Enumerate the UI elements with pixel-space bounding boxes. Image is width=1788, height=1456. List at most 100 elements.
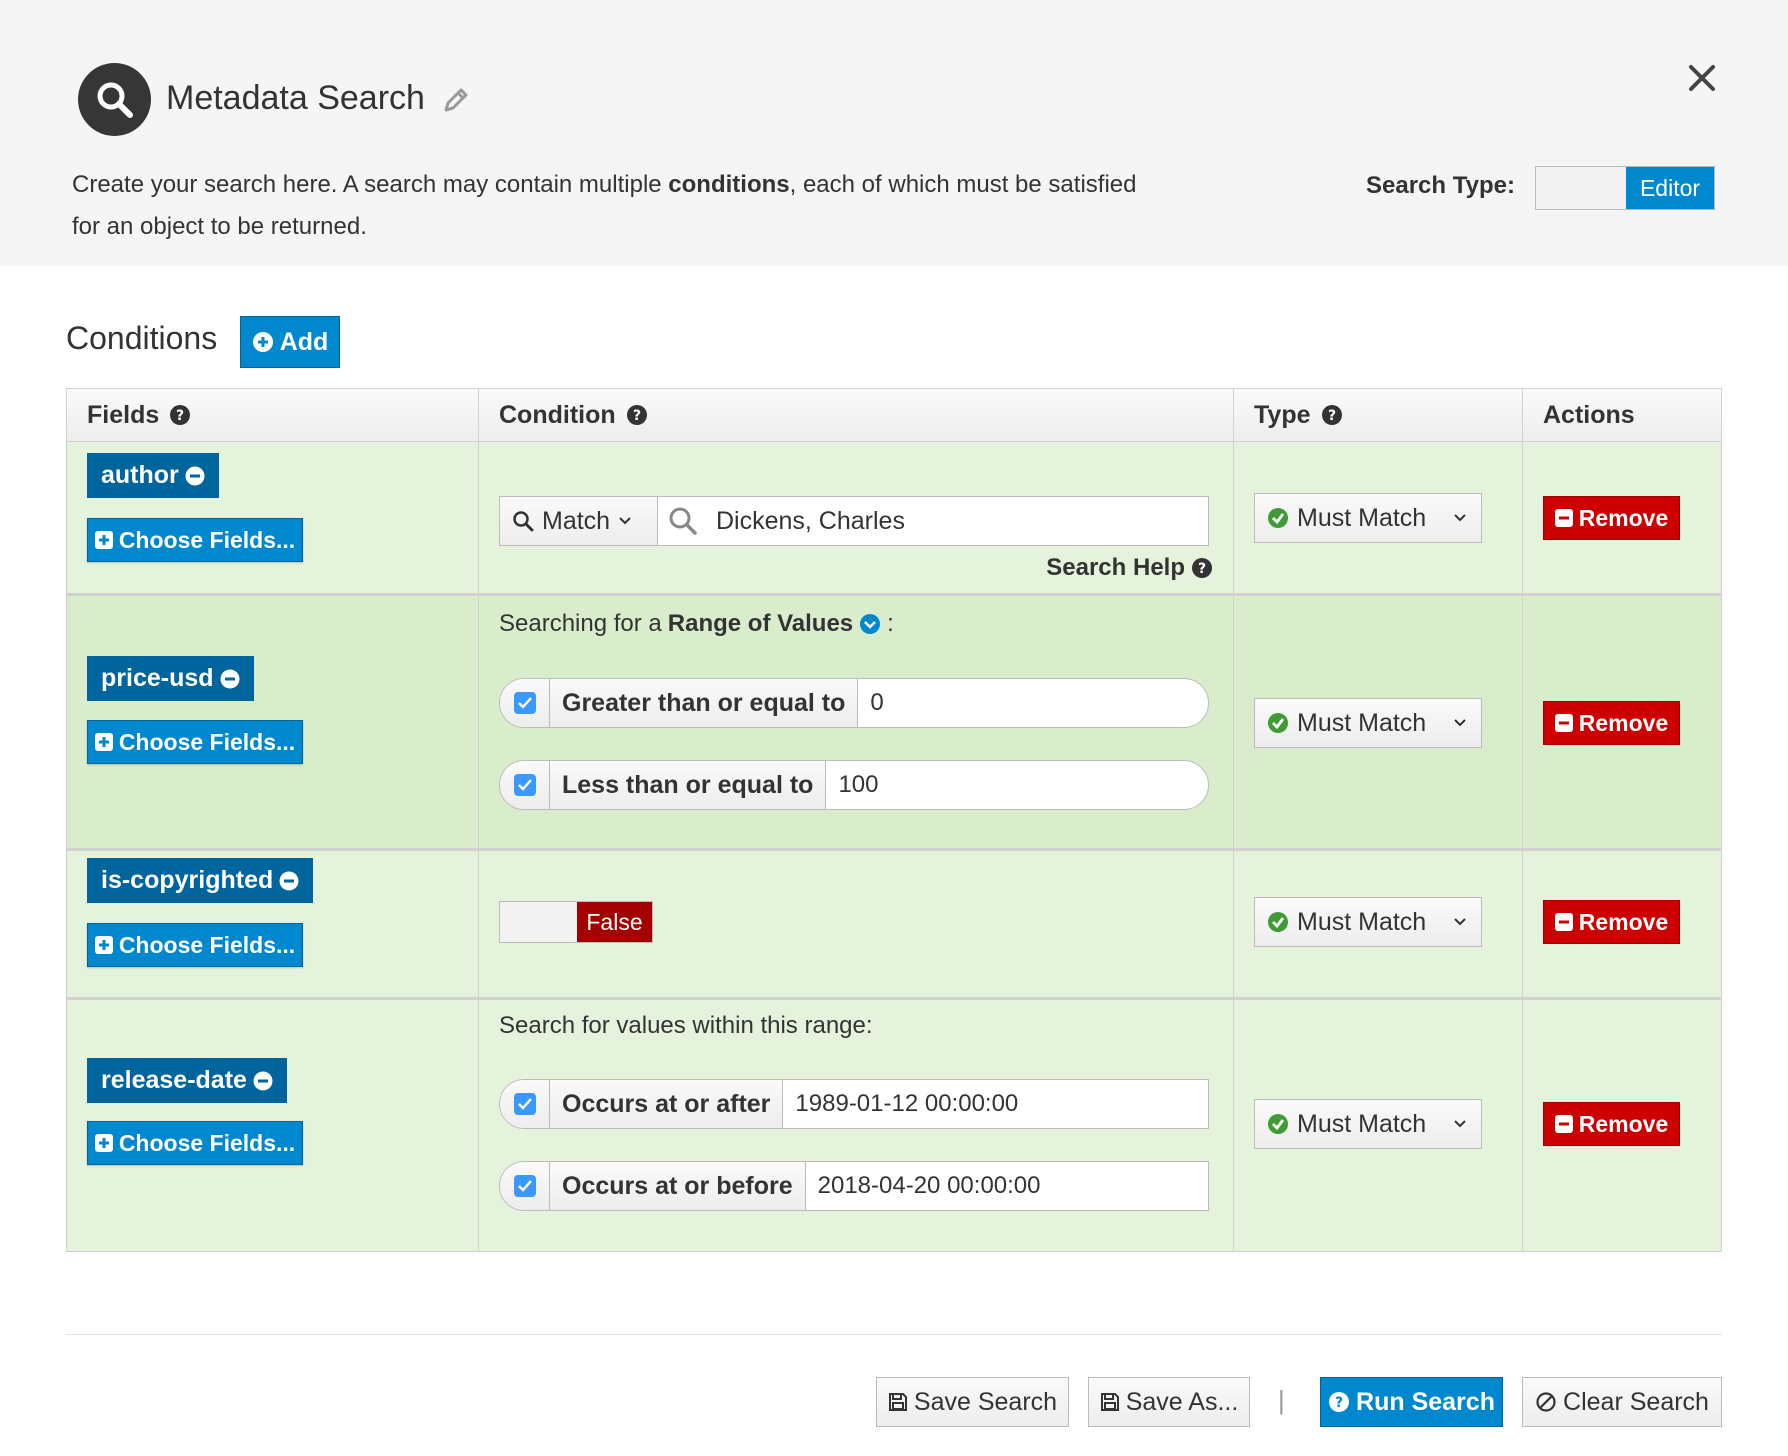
choose-fields-button[interactable]: Choose Fields... [87, 720, 303, 764]
range-min-checkbox[interactable] [500, 679, 550, 727]
field-tag: release-date [87, 1058, 287, 1103]
pencil-icon[interactable] [442, 86, 470, 114]
svg-text:?: ? [633, 408, 641, 424]
check-circle-icon [1268, 912, 1288, 932]
boolean-toggle[interactable]: False [499, 901, 653, 943]
column-type: Type ? [1234, 389, 1523, 441]
minus-square-icon [1554, 509, 1573, 527]
plus-circle-icon [252, 332, 273, 352]
range-max-checkbox[interactable] [500, 761, 550, 809]
search-icon [97, 82, 133, 118]
minus-square-icon [1554, 913, 1573, 931]
page-title: Metadata Search [166, 79, 425, 117]
help-circle-icon: ? [1329, 1392, 1350, 1412]
help-icon[interactable]: ? [1321, 404, 1343, 426]
range-caption: Search for values within this range: [499, 1012, 873, 1039]
range-max-label: Less than or equal to [550, 761, 827, 809]
plus-square-icon [94, 531, 113, 549]
conditions-table: Fields ? Condition ? Type ? Actions auth… [66, 388, 1722, 1252]
footer-divider [66, 1334, 1722, 1335]
range-caption: Searching for a Range of Values : [499, 610, 894, 637]
date-after-input[interactable]: 1989-01-12 00:00:00 [783, 1080, 1208, 1128]
choose-fields-button[interactable]: Choose Fields... [87, 1121, 303, 1165]
match-input-group: Match Dickens, Charles [499, 496, 1209, 546]
chevron-circle-icon[interactable] [859, 613, 881, 635]
column-condition: Condition ? [479, 389, 1234, 441]
table-row: author Choose Fields... Match Dickens, C… [67, 442, 1721, 596]
clear-search-button[interactable]: Clear Search [1522, 1377, 1722, 1427]
check-circle-icon [1268, 1114, 1288, 1134]
plus-square-icon [94, 936, 113, 954]
check-icon [517, 697, 532, 709]
save-icon [1100, 1393, 1119, 1411]
boolean-value: False [577, 902, 652, 942]
match-type-select[interactable]: Must Match [1254, 493, 1482, 543]
remove-button[interactable]: Remove [1543, 496, 1680, 540]
search-description: Create your search here. A search may co… [72, 171, 1137, 240]
chevron-down-icon [1454, 514, 1466, 522]
save-search-button[interactable]: Save Search [876, 1377, 1069, 1427]
minus-circle-icon[interactable] [220, 669, 240, 689]
remove-button[interactable]: Remove [1543, 900, 1680, 944]
column-fields: Fields ? [67, 389, 479, 441]
run-search-button[interactable]: ? Run Search [1320, 1377, 1503, 1427]
table-row: price-usd Choose Fields... Searching for… [67, 596, 1721, 851]
add-condition-button[interactable]: Add [240, 316, 340, 368]
date-before-input[interactable]: 2018-04-20 00:00:00 [806, 1162, 1208, 1210]
match-type-select[interactable]: Must Match [1254, 1099, 1482, 1149]
save-icon [888, 1393, 907, 1411]
match-mode-select[interactable]: Match [500, 497, 658, 545]
save-as-button[interactable]: Save As... [1088, 1377, 1250, 1427]
type-cell: Must Match [1234, 851, 1523, 997]
modal-header: Metadata Search Create your search here.… [0, 0, 1788, 266]
actions-cell: Remove [1523, 851, 1721, 997]
svg-text:?: ? [1198, 561, 1206, 577]
help-icon[interactable]: ? [169, 404, 191, 426]
minus-circle-icon[interactable] [279, 871, 299, 891]
match-type-select[interactable]: Must Match [1254, 897, 1482, 947]
ban-icon [1536, 1392, 1556, 1412]
svg-text:?: ? [1335, 1395, 1343, 1411]
search-icon [513, 511, 534, 532]
date-after-label: Occurs at or after [550, 1080, 784, 1128]
footer-separator: | [1278, 1385, 1285, 1415]
search-type-toggle[interactable]: Editor [1535, 166, 1715, 210]
minus-square-icon [1554, 1115, 1573, 1133]
close-icon[interactable] [1688, 64, 1716, 92]
check-circle-icon [1268, 713, 1288, 733]
svg-text:?: ? [1327, 408, 1335, 424]
search-help-link[interactable]: Search Help ? [1046, 554, 1213, 582]
remove-button[interactable]: Remove [1543, 701, 1680, 745]
field-tag: price-usd [87, 656, 254, 701]
type-cell: Must Match [1234, 1000, 1523, 1251]
fields-cell: is-copyrighted Choose Fields... [67, 851, 479, 997]
range-min-input[interactable]: 0 [858, 679, 1208, 727]
actions-cell: Remove [1523, 596, 1721, 848]
date-before-label: Occurs at or before [550, 1162, 806, 1210]
minus-circle-icon[interactable] [185, 466, 205, 486]
choose-fields-button[interactable]: Choose Fields... [87, 518, 303, 562]
choose-fields-button[interactable]: Choose Fields... [87, 923, 303, 967]
condition-cell: False [479, 851, 1234, 997]
range-min-label: Greater than or equal to [550, 679, 859, 727]
match-type-select[interactable]: Must Match [1254, 698, 1482, 748]
conditions-title: Conditions [66, 320, 218, 356]
range-max-input[interactable]: 100 [826, 761, 1208, 809]
table-row: is-copyrighted Choose Fields... False Mu… [67, 851, 1721, 1000]
fields-cell: price-usd Choose Fields... [67, 596, 479, 848]
help-icon[interactable]: ? [626, 404, 648, 426]
date-before-checkbox[interactable] [500, 1162, 550, 1210]
actions-cell: Remove [1523, 442, 1721, 593]
fields-cell: author Choose Fields... [67, 442, 479, 593]
condition-cell: Search for values within this range: Occ… [479, 1000, 1234, 1251]
search-logo [78, 63, 151, 136]
search-icon [669, 507, 697, 535]
date-after-row: Occurs at or after 1989-01-12 00:00:00 [499, 1079, 1209, 1129]
date-after-checkbox[interactable] [500, 1080, 550, 1128]
search-type-value: Editor [1626, 167, 1714, 209]
match-value-input[interactable]: Dickens, Charles [658, 497, 1208, 545]
minus-circle-icon[interactable] [253, 1071, 273, 1091]
field-tag: is-copyrighted [87, 858, 314, 903]
remove-button[interactable]: Remove [1543, 1102, 1680, 1146]
column-actions: Actions [1543, 400, 1635, 429]
